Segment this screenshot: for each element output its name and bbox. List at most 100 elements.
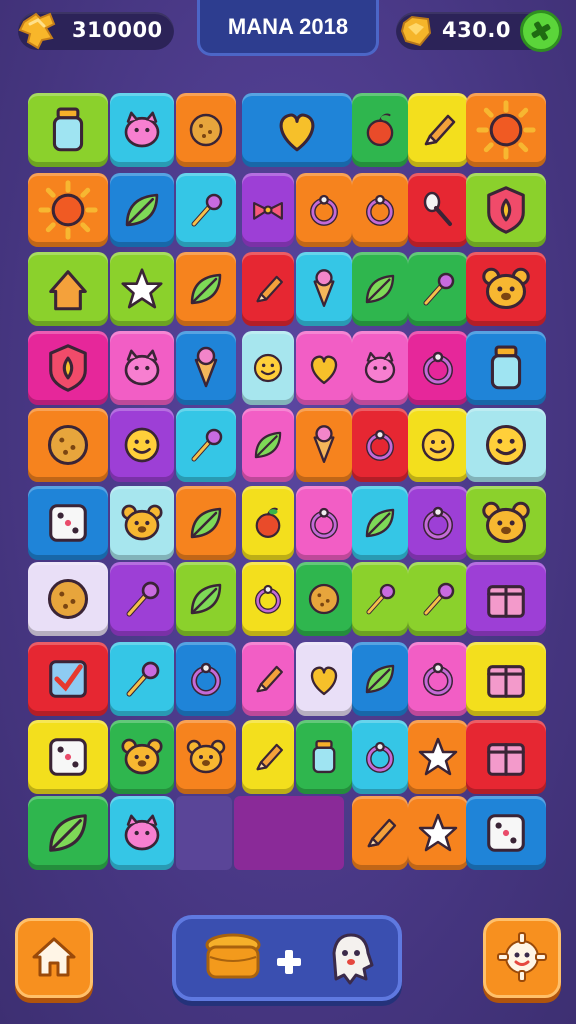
home-button[interactable] — [15, 918, 93, 998]
tile[interactable] — [176, 252, 236, 326]
game-board — [22, 90, 554, 872]
tile[interactable] — [466, 408, 546, 482]
tile[interactable] — [28, 486, 108, 560]
tile[interactable] — [28, 720, 108, 794]
tile[interactable] — [408, 408, 468, 482]
tile[interactable] — [110, 331, 174, 405]
dice-icon — [49, 738, 87, 776]
brush-icon — [126, 661, 160, 697]
gift-box-icon — [487, 743, 525, 776]
tile[interactable] — [296, 173, 352, 247]
tile[interactable] — [408, 642, 468, 716]
tile[interactable] — [296, 486, 352, 560]
tile[interactable] — [176, 331, 236, 405]
ghost-character-icon[interactable] — [316, 929, 386, 989]
tile[interactable] — [176, 93, 236, 167]
tile[interactable] — [110, 720, 174, 794]
tile[interactable] — [352, 796, 408, 870]
ring-icon — [366, 429, 394, 461]
tile[interactable] — [110, 408, 174, 482]
tile[interactable] — [352, 720, 408, 794]
tile[interactable] — [242, 720, 294, 794]
tile[interactable] — [110, 93, 174, 167]
tile[interactable] — [466, 486, 546, 560]
tile[interactable] — [352, 331, 408, 405]
coin-counter: 310000 — [18, 12, 174, 50]
tile[interactable] — [296, 408, 352, 482]
tile[interactable] — [110, 173, 174, 247]
tile[interactable] — [242, 331, 294, 405]
tile[interactable] — [296, 642, 352, 716]
bear-face-icon — [186, 739, 226, 774]
heart-icon — [279, 113, 315, 152]
tile[interactable] — [176, 642, 236, 716]
tile[interactable] — [408, 720, 468, 794]
tile[interactable] — [28, 331, 108, 405]
tile[interactable] — [28, 252, 108, 326]
tile[interactable] — [176, 720, 236, 794]
tile[interactable] — [110, 642, 174, 716]
tile[interactable] — [28, 93, 108, 167]
tile[interactable] — [352, 173, 408, 247]
tile[interactable] — [466, 252, 546, 326]
tile[interactable] — [352, 562, 408, 636]
tile[interactable] — [466, 331, 546, 405]
tile[interactable] — [176, 408, 236, 482]
ring-icon — [423, 506, 453, 540]
tile[interactable] — [110, 252, 174, 326]
tile[interactable] — [352, 642, 408, 716]
tile[interactable] — [408, 486, 468, 560]
tile[interactable] — [242, 408, 294, 482]
tile[interactable] — [466, 93, 546, 167]
smiley-icon — [253, 353, 283, 383]
tile[interactable] — [408, 796, 468, 870]
tile[interactable] — [466, 720, 546, 794]
tile[interactable] — [352, 93, 408, 167]
tile[interactable] — [296, 331, 352, 405]
tile[interactable] — [110, 486, 174, 560]
tile[interactable] — [28, 408, 108, 482]
pig-face-icon — [124, 814, 160, 851]
add-gems-button[interactable] — [520, 10, 562, 52]
tile[interactable] — [408, 562, 468, 636]
tile[interactable] — [466, 562, 546, 636]
smiley-icon — [421, 428, 455, 462]
tile[interactable] — [28, 642, 108, 716]
tile[interactable] — [466, 642, 546, 716]
tile[interactable] — [408, 93, 468, 167]
brush-icon — [366, 583, 396, 615]
tile[interactable] — [176, 173, 236, 247]
bear-face-icon — [121, 738, 163, 775]
tile[interactable] — [28, 562, 108, 636]
tile[interactable] — [242, 486, 294, 560]
tile[interactable] — [110, 796, 174, 870]
tile[interactable] — [352, 408, 408, 482]
pencil-icon — [367, 818, 397, 848]
tile[interactable] — [408, 173, 468, 247]
tile[interactable] — [296, 720, 352, 794]
tile[interactable] — [352, 486, 408, 560]
tile[interactable] — [110, 562, 174, 636]
tile[interactable] — [176, 562, 236, 636]
tile[interactable] — [466, 173, 546, 247]
heart-icon — [310, 666, 338, 696]
tile[interactable] — [242, 252, 294, 326]
tile[interactable] — [408, 252, 468, 326]
tile[interactable] — [242, 642, 294, 716]
pig-face-icon — [364, 351, 396, 384]
tile[interactable] — [242, 173, 294, 247]
tile[interactable] — [408, 331, 468, 405]
tile[interactable] — [176, 486, 236, 560]
honey-pot-icon[interactable] — [198, 929, 268, 989]
tile[interactable] — [242, 93, 352, 167]
tile[interactable] — [242, 562, 294, 636]
tile[interactable] — [352, 252, 408, 326]
jar-icon — [312, 739, 336, 774]
tile[interactable] — [466, 796, 546, 870]
ring-icon — [366, 194, 394, 226]
tile[interactable] — [296, 562, 352, 636]
tile[interactable] — [28, 796, 108, 870]
settings-button[interactable] — [483, 918, 561, 998]
tile[interactable] — [296, 252, 352, 326]
tile[interactable] — [28, 173, 108, 247]
